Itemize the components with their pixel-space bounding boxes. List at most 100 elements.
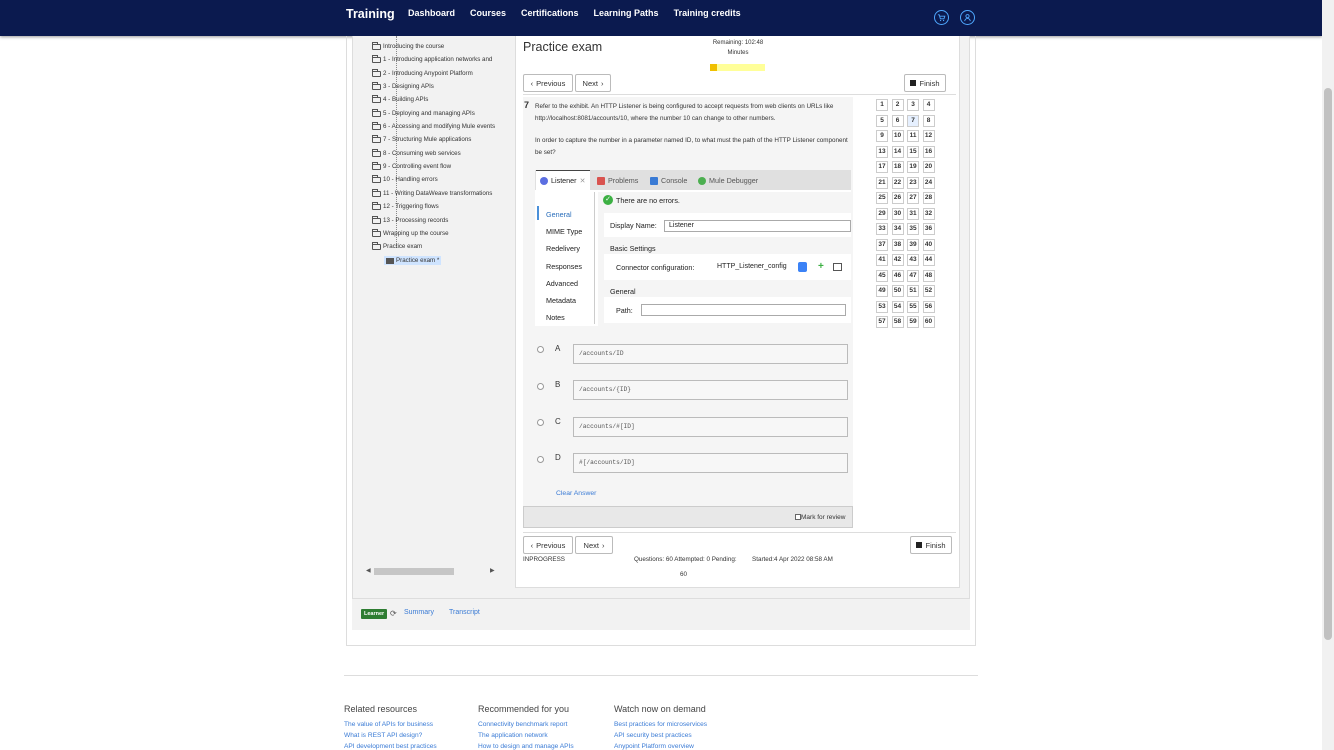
question-nav-button[interactable]: 60 [922, 316, 935, 328]
question-nav-button[interactable]: 8 [922, 114, 935, 127]
previous-button-bottom[interactable]: ‹ Previous [523, 536, 573, 554]
question-nav-button[interactable]: 1 [876, 99, 888, 111]
refresh-icon[interactable]: ⟳ [390, 609, 397, 619]
question-nav-button[interactable]: 57 [876, 316, 888, 328]
nav-link-courses[interactable]: Courses [470, 8, 506, 18]
tree-item[interactable]: 13 - Processing records [372, 215, 448, 224]
question-nav-button[interactable]: 5 [876, 114, 888, 127]
scrollbar-thumb[interactable] [1324, 88, 1332, 640]
question-nav-button[interactable]: 52 [922, 285, 935, 297]
option-a-radio[interactable] [537, 346, 544, 353]
question-nav-button[interactable]: 53 [876, 300, 888, 313]
tree-item[interactable]: 1 - Introducing application networks and [372, 54, 492, 63]
tree-item-practice-exam[interactable]: Practice exam [372, 241, 422, 250]
scroll-left-icon[interactable]: ◀ [366, 567, 371, 574]
question-nav-button[interactable]: 32 [922, 207, 935, 220]
question-nav-button[interactable]: 11 [907, 130, 919, 142]
finish-button-bottom[interactable]: Finish [910, 536, 952, 554]
question-nav-button[interactable]: 50 [891, 285, 904, 297]
question-nav-button[interactable]: 25 [876, 192, 888, 204]
scroll-right-icon[interactable]: ▶ [490, 567, 495, 574]
tree-item[interactable]: 9 - Controlling event flow [372, 161, 451, 170]
question-nav-button[interactable]: 23 [907, 176, 919, 189]
footer-link[interactable]: What is REST API design? [344, 732, 422, 739]
question-nav-button[interactable]: 36 [922, 223, 935, 235]
footer-link[interactable]: Connectivity benchmark report [478, 721, 567, 728]
summary-link[interactable]: Summary [404, 609, 434, 616]
previous-button-top[interactable]: ‹ Previous [523, 74, 573, 92]
question-nav-button[interactable]: 43 [907, 254, 919, 266]
question-nav-button[interactable]: 51 [907, 285, 919, 297]
question-nav-button[interactable]: 9 [876, 130, 888, 142]
question-nav-button[interactable]: 7 [907, 114, 919, 127]
question-nav-button[interactable]: 55 [907, 300, 919, 313]
user-profile-icon[interactable] [960, 10, 975, 25]
cart-icon[interactable] [934, 10, 949, 25]
nav-link-learning-paths[interactable]: Learning Paths [594, 8, 659, 18]
question-nav-button[interactable]: 46 [891, 269, 904, 282]
question-nav-button[interactable]: 38 [891, 238, 904, 251]
tree-item[interactable]: 11 - Writing DataWeave transformations [372, 188, 492, 197]
tree-item[interactable]: 7 - Structuring Mule applications [372, 134, 471, 143]
question-nav-button[interactable]: 44 [922, 254, 935, 266]
tree-item-selected[interactable]: Practice exam * [384, 256, 442, 265]
nav-link-training-credits[interactable]: Training credits [674, 8, 741, 18]
scroll-thumb[interactable] [374, 568, 454, 575]
question-nav-button[interactable]: 31 [907, 207, 919, 220]
question-nav-button[interactable]: 49 [876, 285, 888, 297]
option-a-text[interactable]: /accounts/ID [573, 344, 848, 364]
next-button-top[interactable]: Next › [575, 74, 611, 92]
option-c-radio[interactable] [537, 419, 544, 426]
question-nav-button[interactable]: 21 [876, 176, 888, 189]
footer-link[interactable]: The value of APIs for business [344, 721, 433, 728]
question-nav-button[interactable]: 26 [891, 192, 904, 204]
question-nav-button[interactable]: 39 [907, 238, 919, 251]
question-nav-button[interactable]: 28 [922, 192, 935, 204]
question-nav-button[interactable]: 40 [922, 238, 935, 251]
question-nav-button[interactable]: 29 [876, 207, 888, 220]
nav-link-dashboard[interactable]: Dashboard [408, 8, 455, 18]
question-nav-button[interactable]: 56 [922, 300, 935, 313]
question-nav-button[interactable]: 4 [922, 99, 935, 111]
question-nav-button[interactable]: 20 [922, 161, 935, 173]
question-nav-button[interactable]: 48 [922, 269, 935, 282]
question-nav-button[interactable]: 54 [891, 300, 904, 313]
footer-link[interactable]: API development best practices [344, 743, 437, 750]
tree-item[interactable]: 5 - Deploying and managing APIs [372, 108, 475, 117]
brand-logo[interactable]: Training [346, 7, 395, 21]
finish-button-top[interactable]: Finish [904, 74, 946, 92]
tree-item[interactable]: 6 - Accessing and modifying Mule events [372, 121, 495, 130]
question-nav-button[interactable]: 3 [907, 99, 919, 111]
question-nav-button[interactable]: 10 [891, 130, 904, 142]
footer-link[interactable]: Anypoint Platform overview [614, 743, 694, 750]
question-nav-button[interactable]: 6 [891, 114, 904, 127]
tree-horizontal-scrollbar[interactable]: ◀ ▶ [364, 566, 496, 578]
question-nav-button[interactable]: 13 [876, 145, 888, 158]
page-scrollbar[interactable] [1322, 0, 1334, 750]
question-nav-button[interactable]: 18 [891, 161, 904, 173]
footer-link[interactable]: Best practices for microservices [614, 721, 707, 728]
question-nav-button[interactable]: 22 [891, 176, 904, 189]
question-nav-button[interactable]: 15 [907, 145, 919, 158]
question-nav-button[interactable]: 37 [876, 238, 888, 251]
clear-answer-link[interactable]: Clear Answer [556, 490, 596, 497]
tree-item[interactable]: 3 - Designing APIs [372, 81, 434, 90]
question-nav-button[interactable]: 17 [876, 161, 888, 173]
footer-link[interactable]: How to design and manage APIs [478, 743, 574, 750]
question-nav-button[interactable]: 19 [907, 161, 919, 173]
question-nav-button[interactable]: 12 [922, 130, 935, 142]
question-nav-button[interactable]: 2 [891, 99, 904, 111]
option-d-text[interactable]: #[/accounts/ID] [573, 453, 848, 473]
tree-item[interactable]: 8 - Consuming web services [372, 148, 461, 157]
question-nav-button[interactable]: 45 [876, 269, 888, 282]
tree-item[interactable]: Wrapping up the course [372, 228, 449, 237]
nav-link-certifications[interactable]: Certifications [521, 8, 579, 18]
footer-link[interactable]: The application network [478, 732, 548, 739]
option-b-text[interactable]: /accounts/{ID} [573, 380, 848, 400]
tree-item[interactable]: 10 - Handling errors [372, 174, 438, 183]
tree-item[interactable]: 2 - Introducing Anypoint Platform [372, 68, 473, 77]
question-nav-button[interactable]: 24 [922, 176, 935, 189]
question-nav-button[interactable]: 34 [891, 223, 904, 235]
question-nav-button[interactable]: 59 [907, 316, 919, 328]
question-nav-button[interactable]: 47 [907, 269, 919, 282]
